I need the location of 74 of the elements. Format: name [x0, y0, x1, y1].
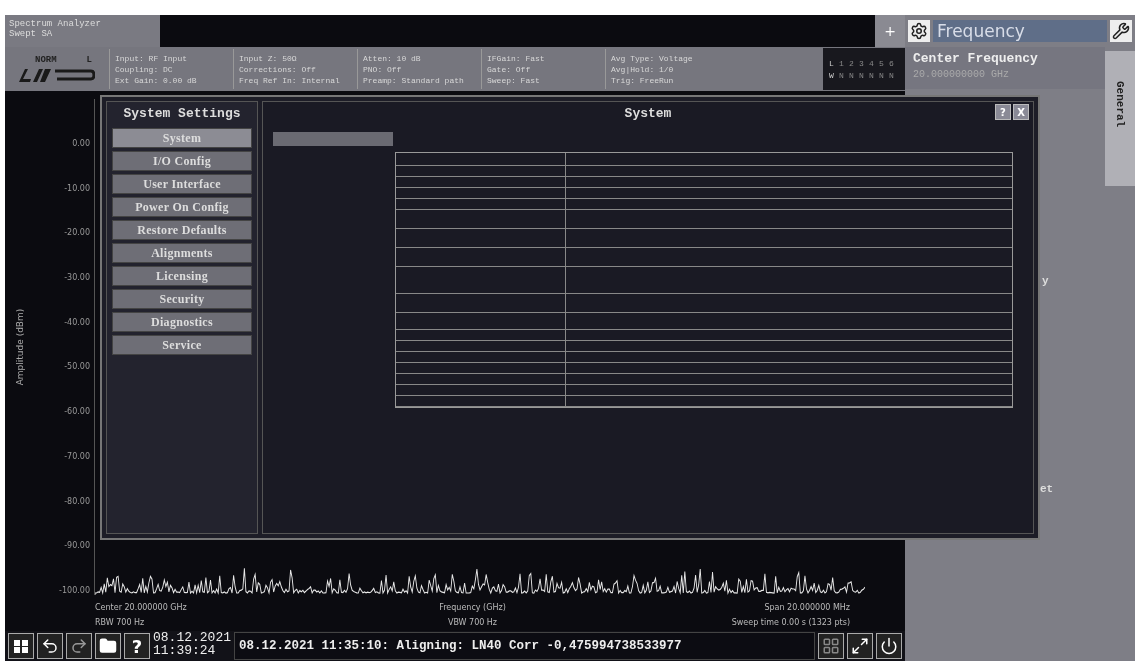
tick-label: -50.00 [64, 362, 90, 372]
setting-text: Freq Ref In: Internal [239, 75, 341, 85]
setting-text: Atten: 10 dB [363, 53, 422, 63]
setting-text: Coupling: DC [115, 64, 174, 74]
settings-category[interactable]: I/O Config [112, 151, 252, 171]
power-button[interactable] [876, 633, 902, 659]
setting-text: Avg Type: Voltage [611, 53, 694, 63]
setting-text: Ext Gain: 0.00 dB [115, 75, 198, 85]
settings-category[interactable]: Security [112, 289, 252, 309]
status-message: 08.12.2021 11:35:10: Aligning: LN40 Corr -0,475994738533977 [234, 632, 815, 660]
tick-label: 0.00 [72, 139, 90, 148]
close-button[interactable]: X [1013, 104, 1029, 120]
help-button[interactable]: ? [124, 633, 150, 659]
folder-button[interactable] [95, 633, 121, 659]
center-label: Center 20.000000 GHz [95, 603, 188, 612]
tick-label: -10.00 [64, 183, 90, 193]
setting-text: Input: RF Input [115, 53, 188, 63]
settings-category[interactable]: User Interface [112, 174, 252, 194]
setting-text: Sweep: Fast [487, 75, 541, 85]
axis-label: Amplitude (dBm) [15, 308, 25, 386]
setting-text: Avg|Hold: 1/0 [611, 64, 675, 74]
dialog-title: System [624, 105, 672, 121]
span-label: Span 20.000000 MHz [763, 603, 850, 612]
sweep-label: Sweep time 0.00 s (1323 pts) [730, 618, 850, 627]
tick-label: -80.00 [64, 496, 90, 506]
folder-icon [99, 637, 117, 655]
menu-text: et [1040, 483, 1054, 495]
undo-button[interactable] [37, 633, 63, 659]
add-button[interactable]: + [875, 15, 905, 47]
redo-button[interactable] [66, 633, 92, 659]
setting-text: Input Z: 50Ω [239, 53, 298, 63]
setting-text: IFGain: Fast [487, 53, 546, 63]
tick-label: -70.00 [64, 451, 90, 461]
settings-category[interactable]: Service [112, 335, 252, 355]
settings-category[interactable]: Diagnostics [112, 312, 252, 332]
mode-label: NORM [35, 55, 57, 65]
tick-label: -60.00 [64, 407, 90, 417]
settings-category[interactable]: Restore Defaults [112, 220, 252, 240]
menu-text: y [1042, 275, 1049, 287]
redo-icon [70, 637, 88, 655]
trace-indicator: L 1 2 3 4 5 6 W N N N N N N [823, 48, 905, 90]
time-text: 11:39:24 [153, 644, 217, 657]
grid-icon [822, 637, 840, 655]
sidebar-title: System Settings [123, 106, 241, 121]
channel-label: L [86, 55, 92, 65]
tick-label: -90.00 [64, 541, 90, 551]
menu-title[interactable]: Frequency [933, 20, 1107, 42]
grid-button[interactable] [818, 633, 844, 659]
help-button[interactable]: ? [995, 104, 1011, 120]
general-tab[interactable]: General [1105, 51, 1135, 186]
setting-text: Trig: FreeRun [611, 75, 675, 85]
setting-text: Preamp: Standard path [363, 75, 465, 85]
rbw-label: RBW 700 Hz [95, 618, 146, 627]
tick-label: -100.00 [59, 585, 90, 595]
expand-icon [851, 637, 869, 655]
date-text: 08.12.2021 [153, 631, 231, 644]
settings-category[interactable]: Power On Config [112, 197, 252, 217]
tick-label: -20.00 [64, 228, 90, 238]
windows-icon[interactable] [8, 633, 34, 659]
axis-label: Frequency (GHz) [438, 603, 507, 612]
setting-text: Corrections: Off [239, 64, 317, 74]
vbw-label: VBW 700 Hz [446, 618, 499, 627]
fullscreen-button[interactable] [847, 633, 873, 659]
tick-label: -40.00 [64, 317, 90, 327]
setting-text: PNO: Off [363, 64, 403, 74]
tick-label: -30.00 [64, 273, 90, 283]
settings-category[interactable]: Alignments [112, 243, 252, 263]
power-icon [880, 637, 898, 655]
settings-category[interactable]: Licensing [112, 266, 252, 286]
app-tab[interactable]: Spectrum Analyzer Swept SA [5, 15, 160, 47]
setting-text: Gate: Off [487, 64, 532, 74]
settings-category[interactable]: System [112, 128, 252, 148]
undo-icon [41, 637, 59, 655]
settings-icon[interactable] [908, 20, 930, 42]
